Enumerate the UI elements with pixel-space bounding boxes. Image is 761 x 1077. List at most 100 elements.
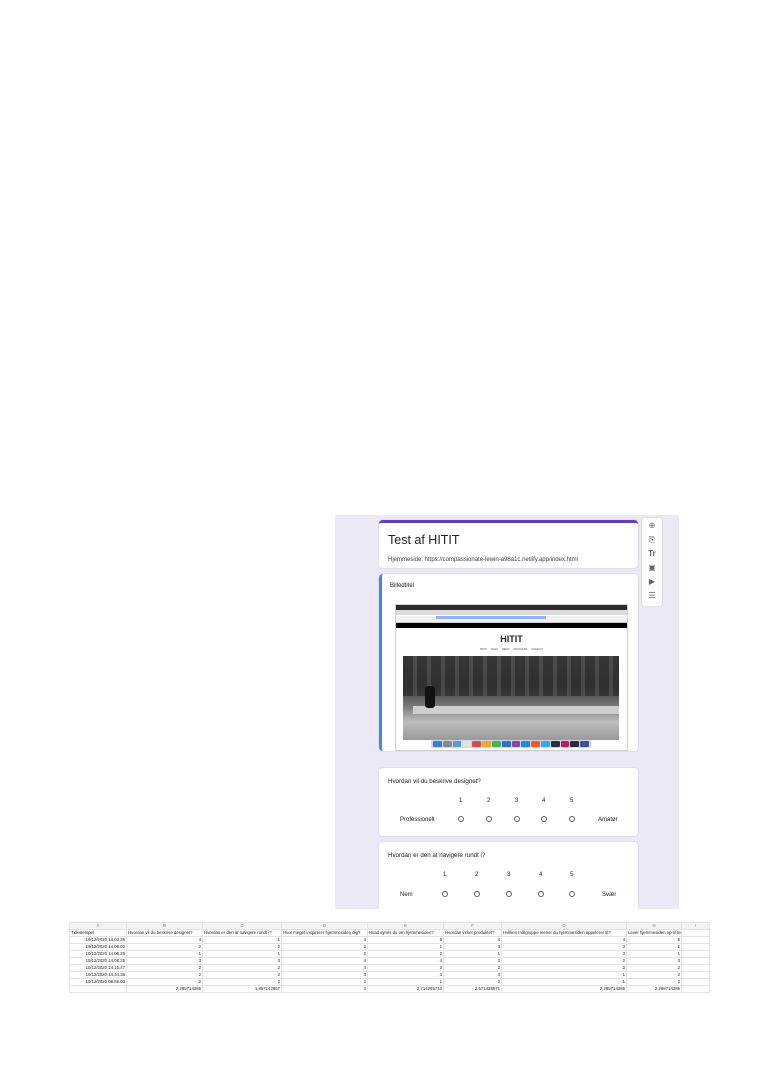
sheet-cell[interactable]: 1 — [126, 950, 203, 958]
sheet-cell[interactable]: Hvordan er den at navigere rundt i? — [202, 929, 282, 937]
sheet-cell[interactable]: 3 — [281, 985, 368, 993]
sheet-cell[interactable]: 3 — [367, 964, 444, 972]
radio-option-3[interactable] — [514, 816, 520, 822]
sheet-cell[interactable]: 3 — [367, 971, 444, 979]
radio-option-1[interactable] — [458, 816, 464, 822]
sheet-cell[interactable]: 2 — [202, 943, 282, 951]
sheet-cell[interactable] — [681, 985, 710, 993]
sheet-cell[interactable]: 3 — [443, 957, 502, 965]
sheet-cell[interactable]: H — [626, 922, 682, 930]
sheet-cell[interactable]: Hvordan vil du beskrive designet? — [126, 929, 203, 937]
sheet-cell[interactable]: 3 — [501, 950, 627, 958]
import-questions-icon[interactable]: ⎘ — [647, 535, 657, 545]
sheet-cell[interactable]: 10/12/2020 14.08.25 — [69, 957, 127, 965]
sheet-cell[interactable]: Hvilken målgruppe mener du hjemmesiden a… — [501, 929, 627, 937]
sheet-cell[interactable]: 3 — [281, 971, 368, 979]
radio-option-2[interactable] — [474, 891, 480, 897]
question-card-design[interactable]: Hvordan vil du beskrive designet? 1 2 3 … — [379, 768, 638, 836]
sheet-cell[interactable]: 2 — [626, 964, 682, 972]
sheet-cell[interactable]: 2 — [626, 971, 682, 979]
sheet-cell[interactable]: 1 — [367, 943, 444, 951]
form-title-card[interactable]: Test af HITIT Hjemmeside: https://compas… — [379, 520, 638, 568]
radio-option-5[interactable] — [569, 891, 575, 897]
sheet-cell[interactable]: 4 — [443, 936, 502, 944]
radio-option-3[interactable] — [506, 891, 512, 897]
sheet-cell[interactable]: I — [681, 922, 710, 930]
sheet-cell[interactable]: 4 — [281, 964, 368, 972]
sheet-cell[interactable]: 1 — [501, 978, 627, 986]
sheet-cell[interactable]: 4 — [281, 957, 368, 965]
sheet-cell[interactable]: G — [501, 922, 627, 930]
sheet-cell[interactable] — [681, 978, 710, 986]
sheet-cell[interactable]: 1,857142857 — [202, 985, 282, 993]
sheet-cell[interactable]: 10/12/2020 14.03.35 — [69, 936, 127, 944]
sheet-cell[interactable]: C — [202, 922, 282, 930]
sheet-cell[interactable]: 1 — [626, 950, 682, 958]
sheet-cell[interactable]: E — [367, 922, 444, 930]
sheet-cell[interactable]: 2 — [126, 978, 203, 986]
sheet-cell[interactable]: 10/12/2020 14.15.47 — [69, 964, 127, 972]
image-item-card[interactable]: Billedtitel HITIT SHOP TEAM MEDIA RETAIL… — [379, 574, 638, 751]
sheet-cell[interactable]: 4 — [367, 957, 444, 965]
sheet-cell[interactable] — [681, 936, 710, 944]
add-video-icon[interactable]: ▶ — [647, 577, 657, 587]
sheet-cell[interactable] — [681, 943, 710, 951]
sheet-cell[interactable]: 5 — [367, 936, 444, 944]
sheet-cell[interactable]: 1 — [202, 936, 282, 944]
sheet-cell[interactable]: 1 — [443, 950, 502, 958]
sheet-cell[interactable]: 10/12/2020 14.08.02 — [69, 943, 127, 951]
sheet-cell[interactable]: 4 — [501, 936, 627, 944]
add-title-icon[interactable]: Tr — [647, 549, 657, 559]
sheet-cell[interactable]: 2,285714286 — [626, 985, 682, 993]
sheet-cell[interactable]: Tidsstempel — [69, 929, 127, 937]
sheet-cell[interactable]: 2,571428571 — [443, 985, 502, 993]
sheet-cell[interactable]: 10/12/2020 14.08.25 — [69, 950, 127, 958]
sheet-cell[interactable]: 2 — [281, 943, 368, 951]
add-section-icon[interactable]: ☰ — [647, 591, 657, 601]
question-card-navigation[interactable]: Hvordan er den at navigere rundt i? 1 2 … — [379, 842, 638, 909]
sheet-cell[interactable]: 3 — [202, 957, 282, 965]
sheet-cell[interactable]: 2 — [626, 978, 682, 986]
radio-option-2[interactable] — [486, 816, 492, 822]
sheet-cell[interactable]: 2,714285714 — [367, 985, 444, 993]
sheet-cell[interactable]: 2 — [443, 978, 502, 986]
sheet-cell[interactable]: 2 — [443, 964, 502, 972]
sheet-cell[interactable]: 2 — [501, 964, 627, 972]
sheet-cell[interactable] — [681, 971, 710, 979]
sheet-cell[interactable] — [681, 950, 710, 958]
sheet-cell[interactable]: 2 — [367, 950, 444, 958]
sheet-cell[interactable]: 2 — [126, 964, 203, 972]
sheet-cell[interactable]: 2 — [126, 971, 203, 979]
sheet-cell[interactable] — [681, 964, 710, 972]
sheet-cell[interactable]: 10/12/2020 14.44.36 — [69, 971, 127, 979]
sheet-cell[interactable]: 10/12/2020 08.59.03 — [69, 978, 127, 986]
radio-option-5[interactable] — [569, 816, 575, 822]
sheet-cell[interactable]: A — [69, 922, 127, 930]
sheet-cell[interactable]: 2 — [281, 978, 368, 986]
radio-option-4[interactable] — [541, 816, 547, 822]
sheet-cell[interactable]: 2 — [202, 964, 282, 972]
form-description[interactable]: Hjemmeside: https://compassionate-lewin-… — [388, 557, 578, 563]
sheet-cell[interactable]: 4 — [281, 936, 368, 944]
sheet-cell[interactable]: 5 — [626, 936, 682, 944]
sheet-cell[interactable]: 1 — [501, 971, 627, 979]
sheet-cell[interactable] — [681, 929, 710, 937]
sheet-cell[interactable]: B — [126, 922, 203, 930]
sheet-cell[interactable]: Hvad synes du om hjemmesiden? — [367, 929, 444, 937]
sheet-cell[interactable]: 1 — [626, 943, 682, 951]
form-title[interactable]: Test af HITIT — [388, 533, 460, 547]
sheet-cell[interactable]: 1 — [202, 950, 282, 958]
sheet-cell[interactable]: D — [281, 922, 368, 930]
sheet-cell[interactable]: 2 — [202, 971, 282, 979]
sheet-cell[interactable]: 3 — [501, 943, 627, 951]
sheet-cell[interactable]: 2 — [126, 943, 203, 951]
sheet-cell[interactable]: 1 — [367, 978, 444, 986]
sheet-cell[interactable]: 3 — [443, 971, 502, 979]
sheet-cell[interactable]: Hvordan virker produktet? — [443, 929, 502, 937]
sheet-cell[interactable]: 2,285714286 — [501, 985, 627, 993]
sheet-cell[interactable]: 3 — [126, 957, 203, 965]
sheet-cell[interactable]: 2 — [281, 950, 368, 958]
add-question-icon[interactable]: ⊕ — [647, 521, 657, 531]
image-caption[interactable]: Billedtitel — [390, 583, 414, 589]
sheet-cell[interactable]: 3 — [626, 957, 682, 965]
